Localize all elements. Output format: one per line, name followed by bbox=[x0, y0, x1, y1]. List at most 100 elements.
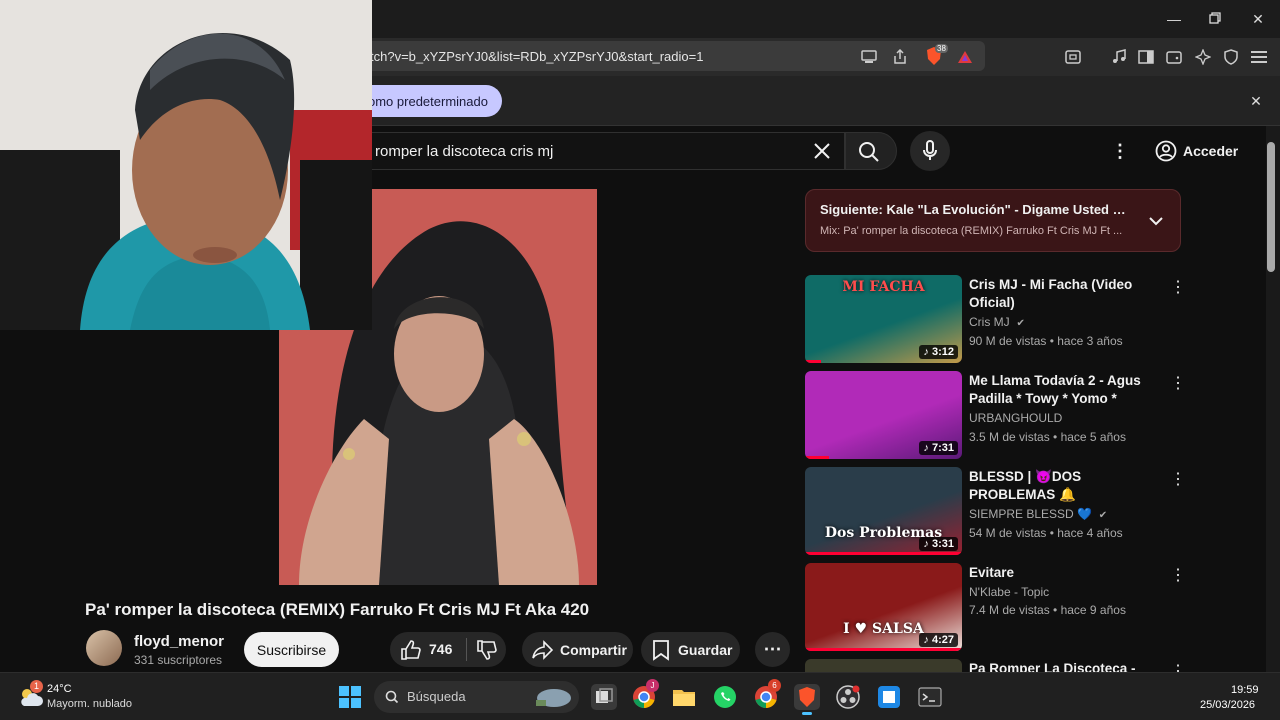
recommendation-menu-icon[interactable]: ⋮ bbox=[1170, 375, 1186, 393]
subscriber-count: 331 suscriptores bbox=[134, 653, 223, 667]
recommendation-item[interactable]: ♪ 7:31 Me Llama Todavía 2 - Agus Padilla … bbox=[805, 371, 1186, 461]
duration-text: 3:12 bbox=[931, 346, 954, 358]
music-icon[interactable] bbox=[1109, 47, 1129, 67]
dislike-button[interactable] bbox=[476, 639, 498, 664]
share-icon[interactable] bbox=[890, 47, 910, 67]
restore-icon bbox=[1209, 12, 1221, 24]
share-arrow-icon bbox=[532, 639, 554, 660]
recommendation-thumbnail[interactable]: I ♥ SALSA ♪ 4:27 bbox=[805, 563, 962, 651]
video-title: Pa' romper la discoteca (REMIX) Farruko … bbox=[85, 600, 590, 619]
menu-icon[interactable] bbox=[1249, 47, 1269, 67]
like-count: 746 bbox=[429, 641, 453, 657]
channel-avatar[interactable] bbox=[86, 630, 122, 666]
recommendation-thumbnail[interactable]: Dos Problemas ♪ 3:31 bbox=[805, 467, 962, 555]
shields-badge: 38 bbox=[935, 44, 948, 53]
webcam-overlay bbox=[0, 0, 372, 330]
search-button[interactable] bbox=[845, 132, 897, 170]
recommendation-item[interactable]: MI FACHA ♪ 3:12 Cris MJ - Mi Facha (Video … bbox=[805, 275, 1186, 365]
recommendation-thumbnail[interactable]: ♪ 7:31 bbox=[805, 371, 962, 459]
wallet-icon[interactable] bbox=[1164, 47, 1184, 67]
duration-text: 4:27 bbox=[931, 634, 954, 646]
recommendation-thumbnail[interactable]: MI FACHA ♪ 3:12 bbox=[805, 275, 962, 363]
cast-icon[interactable] bbox=[859, 47, 879, 67]
taskbar-search-label: Búsqueda bbox=[407, 689, 466, 704]
taskbar-search-icon bbox=[385, 690, 399, 704]
clear-search-icon[interactable] bbox=[812, 141, 832, 161]
vpn-icon[interactable] bbox=[1221, 47, 1241, 67]
recommendation-title[interactable]: Cris MJ - Mi Facha (Video Oficial) bbox=[969, 276, 1164, 312]
recommendation-channel[interactable]: SIEMPRE BLESSD 💙 ✔ bbox=[969, 507, 1107, 521]
duration-text: 3:31 bbox=[931, 538, 954, 550]
terminal-icon[interactable] bbox=[917, 684, 943, 710]
recommendation-item[interactable]: Dos Problemas ♪ 3:31 BLESSD | 😈DOS PROBLEM… bbox=[805, 467, 1186, 557]
maximize-button[interactable] bbox=[1205, 9, 1225, 29]
account-icon bbox=[1155, 140, 1177, 162]
watch-progress-bar bbox=[805, 552, 962, 555]
voice-search-button[interactable] bbox=[910, 131, 950, 171]
weather-badge: 1 bbox=[30, 680, 43, 693]
reader-mode-icon[interactable] bbox=[1063, 47, 1083, 67]
like-button[interactable] bbox=[400, 639, 422, 664]
weather-temp[interactable]: 24°C bbox=[47, 683, 72, 695]
music-note-icon: ♪ bbox=[923, 442, 932, 454]
channel-name[interactable]: floyd_menor bbox=[134, 633, 224, 650]
sidebar-icon[interactable] bbox=[1136, 47, 1156, 67]
recommendation-channel[interactable]: Cris MJ ✔ bbox=[969, 315, 1025, 329]
microphone-icon bbox=[923, 140, 937, 160]
recommendation-title[interactable]: BLESSD | 😈DOS PROBLEMAS 🔔 bbox=[969, 468, 1164, 504]
weather-desc[interactable]: Mayorm. nublado bbox=[47, 698, 132, 710]
brave-rewards-icon[interactable] bbox=[955, 47, 975, 67]
taskbar-search[interactable]: Búsqueda bbox=[374, 681, 579, 713]
chrome-icon[interactable]: J bbox=[631, 679, 659, 710]
recommendation-menu-icon[interactable]: ⋮ bbox=[1170, 471, 1186, 489]
clock-date[interactable]: 25/03/2026 bbox=[1200, 699, 1255, 711]
webcam-person-image bbox=[0, 0, 372, 330]
subscribe-button[interactable]: Suscribirse bbox=[244, 632, 339, 667]
recommendation-title[interactable]: Me Llama Todavía 2 - Agus Padilla * Towy… bbox=[969, 372, 1164, 408]
watch-progress-bar bbox=[805, 648, 962, 651]
brave-taskbar-icon[interactable] bbox=[794, 684, 820, 715]
sign-in-label[interactable]: Acceder bbox=[1183, 143, 1238, 159]
expand-playlist-icon[interactable] bbox=[1146, 211, 1166, 231]
task-view-icon[interactable] bbox=[591, 684, 617, 710]
music-note-icon: ♪ bbox=[923, 634, 932, 646]
recommendation-item[interactable]: I ♥ SALSA ♪ 4:27 Evitare N'Klabe - Topic 7.4… bbox=[805, 563, 1186, 653]
close-window-button[interactable]: ✕ bbox=[1248, 9, 1268, 29]
duration-badge: ♪ 3:31 bbox=[919, 537, 958, 551]
channel-label: URBANGHOULD bbox=[969, 411, 1063, 425]
chrome2-badge: 6 bbox=[768, 679, 781, 692]
recommendation-meta: 7.4 M de vistas • hace 9 años bbox=[969, 603, 1126, 617]
file-explorer-icon[interactable] bbox=[671, 684, 697, 710]
start-button[interactable] bbox=[338, 685, 362, 709]
brave-shields-icon[interactable]: 38 bbox=[924, 44, 948, 66]
thumbs-down-icon bbox=[477, 640, 497, 660]
like-dislike-group: 746 bbox=[390, 632, 506, 667]
mix-playlist-card[interactable] bbox=[805, 189, 1181, 252]
url-text[interactable]: tch?v=b_xYZPsrYJ0&list=RDb_xYZPsrYJ0&sta… bbox=[370, 49, 703, 64]
scrollbar-thumb[interactable] bbox=[1267, 142, 1275, 272]
minimize-button[interactable]: — bbox=[1164, 9, 1184, 29]
save-button[interactable]: Guardar bbox=[641, 632, 740, 667]
watch-progress-bar bbox=[805, 456, 829, 459]
recommendation-channel[interactable]: URBANGHOULD bbox=[969, 411, 1062, 425]
whatsapp-icon[interactable] bbox=[712, 684, 738, 710]
app-blue-icon[interactable] bbox=[876, 684, 902, 710]
search-highlight-icon bbox=[536, 689, 571, 707]
more-actions-button[interactable]: ⋯ bbox=[755, 632, 790, 667]
search-query[interactable]: romper la discoteca cris mj bbox=[375, 143, 553, 160]
weather-icon[interactable]: 1 bbox=[18, 680, 44, 710]
recommendation-menu-icon[interactable]: ⋮ bbox=[1170, 567, 1186, 585]
leo-ai-icon[interactable] bbox=[1193, 47, 1213, 67]
obs-icon[interactable] bbox=[835, 684, 861, 710]
share-label: Compartir bbox=[560, 641, 627, 658]
recommendation-title[interactable]: Evitare bbox=[969, 564, 1164, 582]
chrome-profile2-icon[interactable]: 6 bbox=[753, 679, 781, 710]
recommendation-meta: 3.5 M de vistas • hace 5 años bbox=[969, 430, 1126, 444]
recommendation-channel[interactable]: N'Klabe - Topic bbox=[969, 585, 1049, 599]
clock-time[interactable]: 19:59 bbox=[1231, 684, 1259, 696]
share-button[interactable]: Compartir bbox=[522, 632, 633, 667]
set-default-label: omo predeterminado bbox=[368, 94, 488, 109]
recommendation-menu-icon[interactable]: ⋮ bbox=[1170, 279, 1186, 297]
more-options-icon[interactable]: ⋮ bbox=[1110, 141, 1130, 161]
close-infobar-icon[interactable]: ✕ bbox=[1246, 91, 1266, 111]
